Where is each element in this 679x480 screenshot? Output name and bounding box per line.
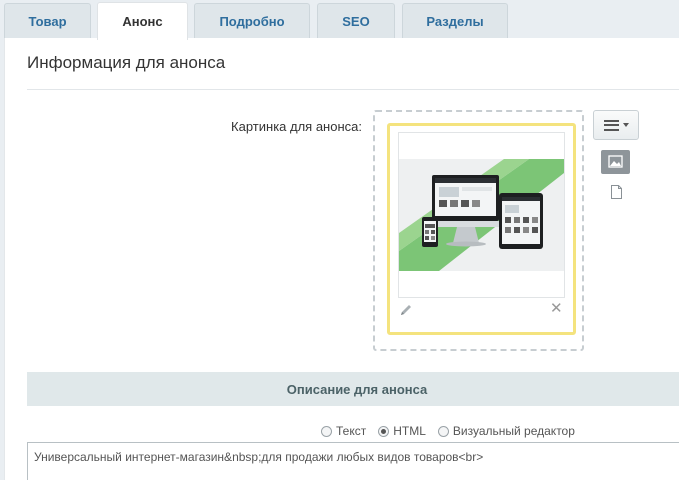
tab-product[interactable]: Товар <box>4 3 91 39</box>
radio-text[interactable]: Текст <box>321 424 366 438</box>
image-card: ✕ <box>387 123 576 335</box>
description-header: Описание для анонса <box>27 372 679 406</box>
tab-sections[interactable]: Разделы <box>402 3 508 39</box>
image-thumbnail[interactable] <box>398 132 565 298</box>
radio-visual-editor-label: Визуальный редактор <box>452 424 575 438</box>
image-menu-button[interactable] <box>593 110 639 140</box>
devices-illustration <box>399 133 564 297</box>
tab-details[interactable]: Подробно <box>194 3 310 39</box>
tab-seo[interactable]: SEO <box>317 3 395 39</box>
chevron-down-icon <box>622 123 629 127</box>
image-dropzone[interactable]: ✕ <box>373 110 584 351</box>
radio-text-label: Текст <box>336 424 367 438</box>
pencil-icon[interactable] <box>398 302 414 318</box>
description-textarea[interactable]: Универсальный интернет-магазин&nbsp;для … <box>27 442 679 480</box>
divider <box>27 89 679 90</box>
description-title: Описание для анонса <box>286 381 428 397</box>
tab-announcement[interactable]: Анонс <box>97 2 188 40</box>
radio-visual-editor-control[interactable] <box>437 425 449 437</box>
close-icon[interactable]: ✕ <box>550 300 563 318</box>
radio-html[interactable]: HTML <box>378 424 426 438</box>
radio-html-control[interactable] <box>378 425 390 437</box>
hamburger-icon <box>603 119 619 131</box>
image-icon <box>608 155 623 168</box>
section-title: Информация для анонса <box>27 53 226 72</box>
radio-visual-editor[interactable]: Визуальный редактор <box>437 424 575 438</box>
tab-bar: Товар Анонс Подробно SEO Разделы <box>0 0 679 40</box>
description-mode-group: Текст HTML Визуальный редактор <box>321 424 587 438</box>
file-icon[interactable] <box>610 184 623 200</box>
preview-image-label: Картинка для анонса: <box>231 119 362 134</box>
radio-text-control[interactable] <box>321 425 332 437</box>
tab-panel: Информация для анонса Картинка для анонс… <box>4 38 679 480</box>
image-mode-button[interactable] <box>601 150 630 174</box>
radio-html-label: HTML <box>393 424 426 438</box>
